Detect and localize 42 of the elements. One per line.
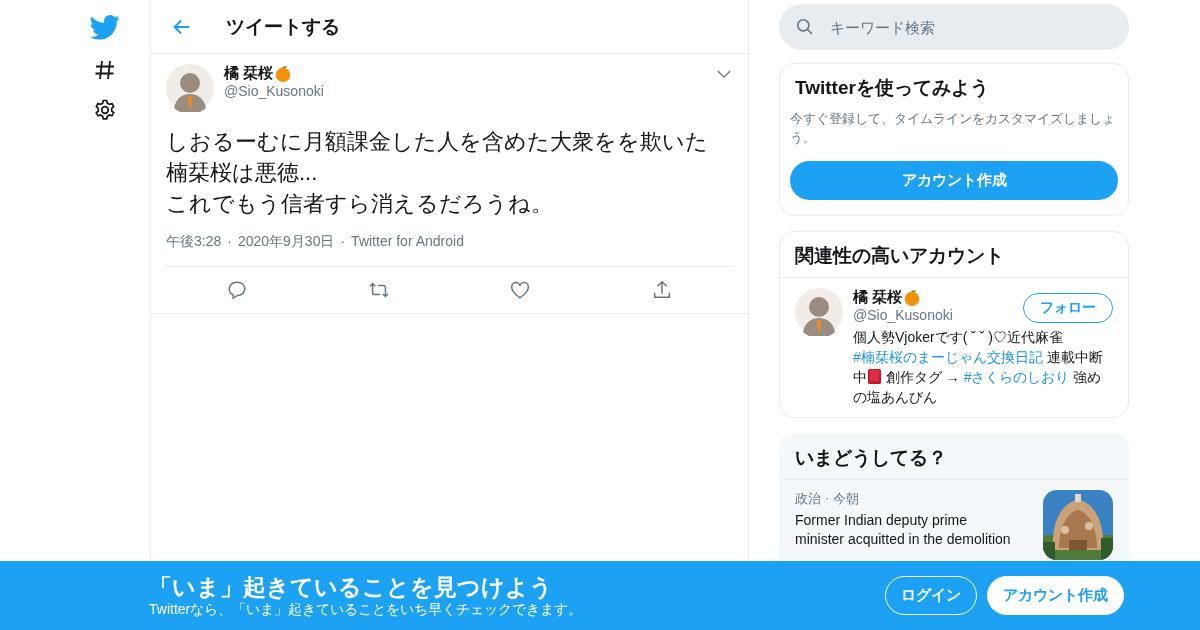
banner-subtitle: Twitterなら、「いま」起きていることをいち早くチェックできます。 xyxy=(149,600,583,619)
hashtag-link[interactable]: #さくらのしおり xyxy=(963,369,1070,385)
citrus-fruit-icon xyxy=(903,288,922,307)
trend-time: 今朝 xyxy=(833,490,860,508)
banner-title: 「いま」起きていることを見つけよう xyxy=(149,572,554,601)
card-title: 関連性の高いアカウント xyxy=(780,232,1128,278)
heart-icon[interactable] xyxy=(509,279,532,301)
card-title: いまどうしてる？ xyxy=(780,434,1128,480)
profile-bio: 個人勢Vjokerです( ˘ ˘ )♡近代麻雀 #楠栞桜のまーじゃん交換日記 連載中断中 創作タグ → #さくらのしおり 強めの塩あんびん xyxy=(853,328,1104,407)
tweet-text-line: 楠栞桜は悪徳... xyxy=(166,159,319,187)
hashtag-icon[interactable] xyxy=(93,58,117,82)
source-link[interactable]: Twitter for Android xyxy=(351,233,464,251)
create-account-button[interactable]: アカウント作成 xyxy=(790,161,1118,200)
timestamp-link[interactable]: 午後3:28 xyxy=(166,233,222,251)
page-title: ツイートする xyxy=(226,14,340,39)
news-headline-line[interactable]: minister acquitted in the demolition xyxy=(795,530,1033,549)
create-account-button[interactable]: アカウント作成 xyxy=(987,576,1124,615)
settings-icon[interactable] xyxy=(93,98,117,122)
follow-button[interactable]: フォロー xyxy=(1023,293,1113,323)
signup-text: 今すぐ登録して、タイムラインをカスタマイズしましょう。 xyxy=(789,110,1116,147)
avatar-icon[interactable] xyxy=(166,64,214,112)
book-icon xyxy=(867,368,882,385)
hashtag-link[interactable]: #楠栞桜のまーじゃん交換日記 xyxy=(853,349,1043,365)
bird-logo-icon[interactable] xyxy=(90,12,120,42)
news-headline-line[interactable]: Former Indian deputy prime xyxy=(795,511,1033,530)
caret-icon[interactable] xyxy=(717,70,731,79)
user-handle[interactable]: @Sio_Kusonoki xyxy=(224,83,707,99)
user-name[interactable]: 橘 栞桜 xyxy=(224,64,274,83)
citrus-fruit-icon xyxy=(274,64,293,83)
separator-dot: · xyxy=(340,233,346,251)
avatar-icon[interactable] xyxy=(795,288,843,336)
timestamp-link[interactable]: 2020年9月30日 xyxy=(237,233,335,251)
tweet-text-line: しおるーむに月額課金した人を含めた大衆をを欺いた xyxy=(166,128,709,156)
card-title: Twitterを使ってみよう xyxy=(794,76,990,100)
tweet-text-line: これでもう信者すら消えるだろうね。 xyxy=(166,190,554,218)
search-icon xyxy=(795,17,814,36)
separator-dot: · xyxy=(825,490,830,507)
separator-dot: · xyxy=(227,233,232,251)
search-field[interactable]: キーワード検索 xyxy=(779,4,1129,50)
trend-category: 政治 xyxy=(795,490,821,508)
user-handle[interactable]: @Sio_Kusonoki xyxy=(853,307,1023,323)
user-name[interactable]: 橘 栞桜 xyxy=(853,288,903,307)
